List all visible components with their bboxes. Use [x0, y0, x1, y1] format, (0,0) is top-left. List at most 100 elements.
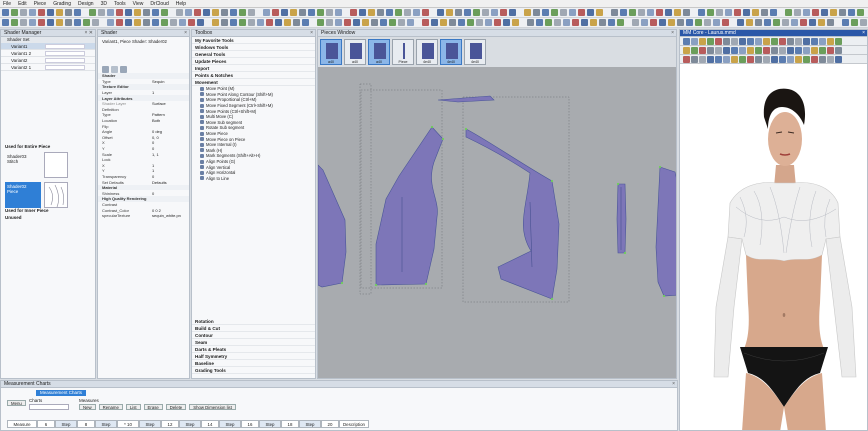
toolbar-tool-icon[interactable]	[161, 9, 168, 16]
toolbar-tool-icon[interactable]	[482, 9, 489, 16]
piece-thumbnail[interactable]: a40	[344, 39, 366, 65]
toolbar-tool-icon[interactable]	[716, 9, 723, 16]
viewer-tool-icon[interactable]	[683, 46, 690, 54]
avatar-3d-view[interactable]	[680, 77, 868, 431]
viewer-tool-icon[interactable]	[763, 37, 770, 45]
toolbar-tool-icon[interactable]	[125, 19, 132, 26]
viewer-tool-icon[interactable]	[787, 46, 794, 54]
measurement-header-cell[interactable]: Measure	[7, 420, 37, 428]
viewer-tool-icon[interactable]	[707, 37, 714, 45]
measure-action-button[interactable]: New	[79, 404, 96, 410]
toolbar-tool-icon[interactable]	[2, 9, 9, 16]
menu-item-view[interactable]: View	[133, 1, 144, 7]
toolbar-tool-icon[interactable]	[326, 19, 333, 26]
toolbar-tool-icon[interactable]	[20, 9, 27, 16]
toolbar-tool-icon[interactable]	[107, 9, 114, 16]
toolbar-tool-icon[interactable]	[674, 9, 681, 16]
toolbar-tool-icon[interactable]	[773, 19, 780, 26]
toolbar-tool-icon[interactable]	[248, 9, 255, 16]
toolbar-tool-icon[interactable]	[368, 9, 375, 16]
toolbar-tool-icon[interactable]	[791, 19, 798, 26]
toolbar-tool-icon[interactable]	[725, 9, 732, 16]
toolbar-tool-icon[interactable]	[281, 9, 288, 16]
toolbar-tool-icon[interactable]	[20, 19, 27, 26]
viewer-tool-icon[interactable]	[763, 46, 770, 54]
measure-action-button[interactable]: Delete	[165, 404, 187, 410]
viewer-tool-icon[interactable]	[835, 37, 842, 45]
toolbar-tool-icon[interactable]	[641, 19, 648, 26]
toolbar-tool-icon[interactable]	[785, 9, 792, 16]
property-value[interactable]: 0	[152, 146, 154, 151]
viewer-tool-icon[interactable]	[819, 55, 826, 63]
toolbar-tool-icon[interactable]	[722, 19, 729, 26]
toolbar-tool-icon[interactable]	[176, 9, 183, 16]
toolbar-tool-icon[interactable]	[350, 9, 357, 16]
menu-item-file[interactable]: File	[3, 1, 11, 7]
viewer-tool-icon[interactable]	[811, 37, 818, 45]
property-value[interactable]: Surface	[152, 101, 166, 106]
expand-icon[interactable]	[120, 65, 127, 73]
property-value[interactable]: Pattern	[152, 112, 165, 117]
property-value[interactable]: 0	[152, 174, 154, 179]
toolbar-tool-icon[interactable]	[11, 19, 18, 26]
toolbar-tool-icon[interactable]	[599, 19, 606, 26]
toolbar-tool-icon[interactable]	[764, 19, 771, 26]
toolbar-tool-icon[interactable]	[56, 9, 63, 16]
toolbar-tool-icon[interactable]	[842, 19, 849, 26]
viewer-tool-icon[interactable]	[739, 55, 746, 63]
toolbar-tool-icon[interactable]	[38, 19, 45, 26]
toolbar-tool-icon[interactable]	[746, 19, 753, 26]
viewer-tool-icon[interactable]	[763, 55, 770, 63]
toolbar-tool-icon[interactable]	[560, 9, 567, 16]
toolbar-tool-icon[interactable]	[335, 9, 342, 16]
toolbar-tool-icon[interactable]	[464, 9, 471, 16]
toolbar-tool-icon[interactable]	[212, 19, 219, 26]
measurement-header-cell[interactable]: Description	[339, 420, 369, 428]
piece-thumbnail[interactable]: 4e40	[440, 39, 462, 65]
toolbar-tool-icon[interactable]	[659, 19, 666, 26]
toolbar-tool-icon[interactable]	[194, 9, 201, 16]
viewer-tool-icon[interactable]	[707, 55, 714, 63]
measurement-header-cell[interactable]: Step	[299, 420, 321, 428]
measurement-header-cell[interactable]: Step	[139, 420, 161, 428]
toolbar-tool-icon[interactable]	[632, 19, 639, 26]
toolbar-tool-icon[interactable]	[563, 19, 570, 26]
property-value[interactable]: 0	[152, 191, 154, 196]
toolbar-tool-icon[interactable]	[221, 19, 228, 26]
toolbar-tool-icon[interactable]	[422, 9, 429, 16]
toolbar-tool-icon[interactable]	[467, 19, 474, 26]
viewer-tool-icon[interactable]	[723, 55, 730, 63]
toolbar-tool-icon[interactable]	[638, 9, 645, 16]
toolbar-tool-icon[interactable]	[656, 9, 663, 16]
menu-button[interactable]: Menu	[7, 400, 26, 406]
viewer-tool-icon[interactable]	[771, 37, 778, 45]
property-value[interactable]: 1, 1	[152, 152, 159, 157]
shader-variant-row[interactable]: Variant2 1	[1, 64, 95, 71]
toolbar-tool-icon[interactable]	[686, 19, 693, 26]
toolbar-tool-icon[interactable]	[704, 19, 711, 26]
toolbox-category[interactable]: Seam	[192, 339, 315, 346]
viewer-tool-icon[interactable]	[699, 55, 706, 63]
toolbar-tool-icon[interactable]	[440, 19, 447, 26]
shader-thumb-label[interactable]: Shader03 Stitch	[5, 152, 41, 178]
pattern-piece-strip[interactable]	[616, 183, 627, 254]
toolbar-tool-icon[interactable]	[752, 9, 759, 16]
viewer-tool-icon[interactable]	[715, 55, 722, 63]
toolbar-tool-icon[interactable]	[134, 9, 141, 16]
toolbar-tool-icon[interactable]	[581, 19, 588, 26]
viewer-tool-icon[interactable]	[747, 37, 754, 45]
measurement-header-cell[interactable]: * 10	[117, 420, 139, 428]
property-value[interactable]: 1	[152, 163, 154, 168]
toolbar-tool-icon[interactable]	[743, 9, 750, 16]
toolbar-tool-icon[interactable]	[650, 19, 657, 26]
viewer-tool-icon[interactable]	[803, 55, 810, 63]
toolbar-tool-icon[interactable]	[89, 9, 96, 16]
toolbar-tool-icon[interactable]	[827, 19, 834, 26]
toolbar-tool-icon[interactable]	[512, 19, 519, 26]
toolbox-category[interactable]: Windows Tools	[192, 44, 315, 51]
toolbar-tool-icon[interactable]	[47, 19, 54, 26]
toolbar-tool-icon[interactable]	[317, 19, 324, 26]
toolbar-tool-icon[interactable]	[761, 9, 768, 16]
toolbar-tool-icon[interactable]	[665, 9, 672, 16]
toolbar-tool-icon[interactable]	[698, 9, 705, 16]
